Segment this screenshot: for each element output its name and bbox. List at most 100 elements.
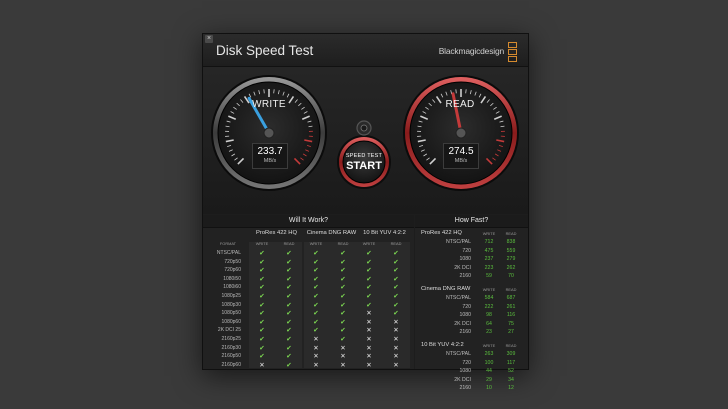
how-fast-format-label: NTSC/PAL <box>446 295 471 301</box>
will-it-work-subheader: READ <box>337 241 349 246</box>
format-label: 1080p60 <box>221 318 241 325</box>
cross-icon: ✕ <box>366 353 372 361</box>
check-icon: ✔ <box>286 258 292 266</box>
check-icon: ✔ <box>286 318 292 326</box>
check-icon: ✔ <box>259 318 265 326</box>
how-fast-read-value: 70 <box>508 273 514 280</box>
check-icon: ✔ <box>313 301 319 309</box>
check-icon: ✔ <box>313 310 319 318</box>
cross-icon: ✕ <box>366 344 372 352</box>
start-button-label: START <box>346 160 382 172</box>
will-it-work-panel: Will It Work? ProRes 422 HQ Cinema DNG RA… <box>203 215 414 369</box>
cross-icon: ✕ <box>340 361 346 369</box>
gauges-area: WRITE READ 233.7 MB/s 274.5 MB/s SPEED T… <box>203 67 528 214</box>
check-icon: ✔ <box>340 310 346 318</box>
check-icon: ✔ <box>286 301 292 309</box>
will-it-work-subheader: WRITE <box>362 241 376 246</box>
check-icon: ✔ <box>313 275 319 283</box>
check-icon: ✔ <box>259 301 265 309</box>
check-icon: ✔ <box>259 310 265 318</box>
cross-icon: ✕ <box>393 361 399 369</box>
format-label: 1080p50 <box>221 310 241 317</box>
will-it-work-group-header: 10 Bit YUV 4:2:2 <box>363 230 406 236</box>
format-label: 720p50 <box>224 258 241 265</box>
how-fast-read-value: 261 <box>506 303 516 310</box>
check-icon: ✔ <box>286 353 292 361</box>
cross-icon: ✕ <box>366 361 372 369</box>
check-icon: ✔ <box>340 301 346 309</box>
how-fast-subheader: WRITE <box>482 287 496 292</box>
will-it-work-group-header: Cinema DNG RAW <box>306 230 357 236</box>
check-icon: ✔ <box>366 284 372 292</box>
check-icon: ✔ <box>286 344 292 352</box>
format-label: 2160p60 <box>221 361 241 368</box>
check-icon: ✔ <box>366 250 372 257</box>
check-icon: ✔ <box>393 267 399 275</box>
how-fast-read-value: 27 <box>508 329 514 336</box>
check-icon: ✔ <box>313 318 319 326</box>
check-icon: ✔ <box>259 275 265 283</box>
check-icon: ✔ <box>259 258 265 266</box>
check-icon: ✔ <box>313 284 319 292</box>
how-fast-write-value: 237 <box>484 256 494 263</box>
read-gauge-label: READ <box>445 99 475 110</box>
cross-icon: ✕ <box>313 336 319 343</box>
how-fast-write-value: 44 <box>486 368 492 375</box>
check-icon: ✔ <box>286 284 292 292</box>
format-label: 2K DCI 25 <box>217 327 241 334</box>
how-fast-format-label: NTSC/PAL <box>446 351 471 357</box>
settings-gear-icon[interactable] <box>358 122 371 135</box>
will-it-work-title: Will It Work? <box>203 215 414 228</box>
check-icon: ✔ <box>286 336 292 343</box>
how-fast-format-label: 2K DCI <box>454 264 471 271</box>
cross-icon: ✕ <box>340 353 346 361</box>
check-icon: ✔ <box>286 267 292 275</box>
how-fast-subheader: WRITE <box>482 343 496 348</box>
cross-icon: ✕ <box>366 310 372 318</box>
check-icon: ✔ <box>340 327 346 335</box>
check-icon: ✔ <box>259 353 265 361</box>
how-fast-section-title: ProRes 422 HQ <box>421 230 462 236</box>
check-icon: ✔ <box>313 293 319 300</box>
cross-icon: ✕ <box>393 344 399 352</box>
close-icon[interactable]: × <box>205 35 213 43</box>
how-fast-read-value: 262 <box>506 264 516 271</box>
check-icon: ✔ <box>366 267 372 275</box>
how-fast-format-label: 720 <box>462 359 471 366</box>
cross-icon: ✕ <box>393 327 399 335</box>
check-icon: ✔ <box>259 336 265 343</box>
check-icon: ✔ <box>259 284 265 292</box>
how-fast-write-value: 712 <box>484 239 494 245</box>
speed-test-start-button[interactable]: SPEED TEST START <box>341 139 387 185</box>
read-gauge-hub <box>455 127 467 139</box>
check-icon: ✔ <box>340 318 346 326</box>
write-readout: 233.7 MB/s <box>252 143 288 169</box>
how-fast-format-label: 2160 <box>459 273 471 280</box>
how-fast-read-value: 559 <box>506 247 516 254</box>
how-fast-read-value: 117 <box>506 359 516 366</box>
check-icon: ✔ <box>286 327 292 335</box>
how-fast-format-label: 2160 <box>459 385 471 392</box>
how-fast-subheader: READ <box>505 343 517 348</box>
how-fast-format-label: 1080 <box>459 256 471 263</box>
how-fast-write-value: 222 <box>484 303 494 310</box>
how-fast-write-value: 263 <box>484 351 494 357</box>
brand-logo-icon <box>508 42 517 62</box>
how-fast-write-value: 100 <box>484 359 494 366</box>
how-fast-write-value: 475 <box>484 247 494 254</box>
will-it-work-subheader: WRITE <box>309 241 323 246</box>
how-fast-read-value: 52 <box>508 368 514 375</box>
how-fast-read-value: 687 <box>506 295 516 301</box>
check-icon: ✔ <box>340 336 346 343</box>
check-icon: ✔ <box>340 284 346 292</box>
check-icon: ✔ <box>366 275 372 283</box>
how-fast-format-label: 2K DCI <box>454 320 471 327</box>
how-fast-read-value: 279 <box>506 256 516 263</box>
how-fast-read-value: 116 <box>506 312 516 319</box>
how-fast-subheader: READ <box>505 231 517 236</box>
cross-icon: ✕ <box>366 327 372 335</box>
how-fast-format-label: 2160 <box>459 329 471 336</box>
how-fast-read-value: 838 <box>506 239 516 245</box>
how-fast-write-value: 64 <box>486 320 492 327</box>
check-icon: ✔ <box>340 267 346 275</box>
